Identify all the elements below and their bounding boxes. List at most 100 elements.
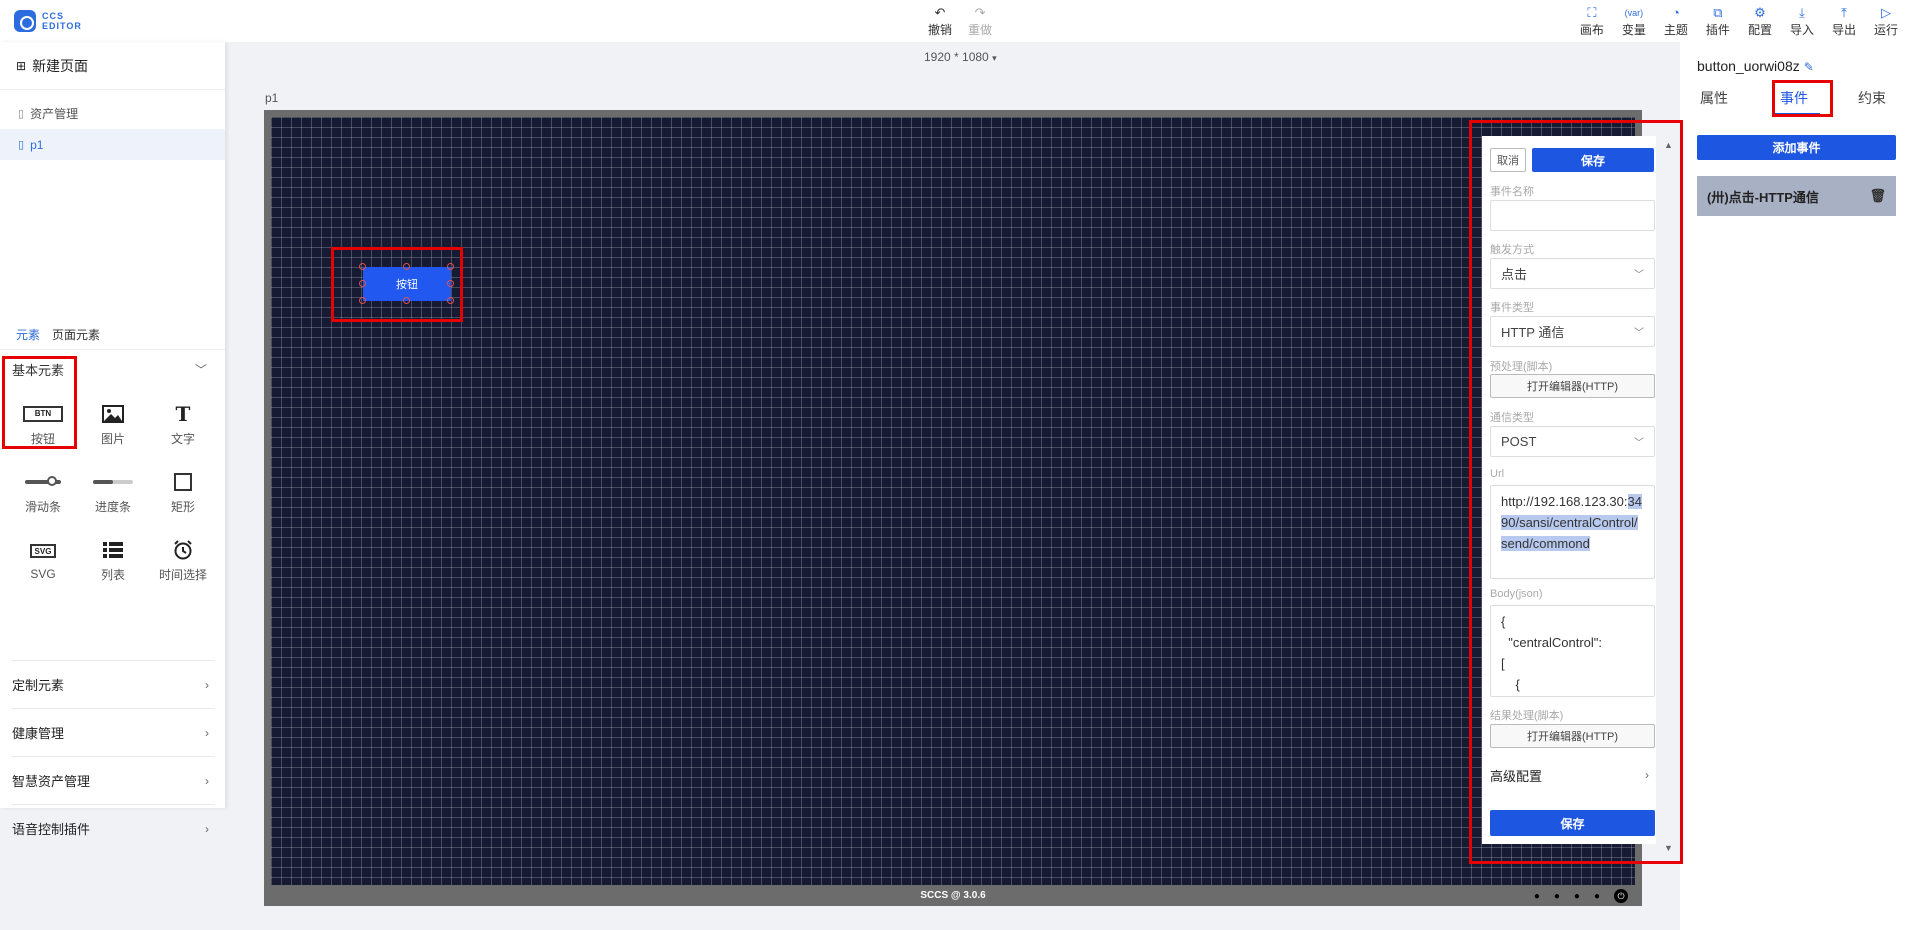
trigger-value: 点击: [1501, 267, 1528, 282]
resize-handle[interactable]: [403, 297, 410, 304]
category-list: 定制元素 › 健康管理 › 智慧资产管理 › 语音控制插件 ›: [12, 660, 215, 852]
cancel-button[interactable]: 取消: [1490, 148, 1526, 172]
active-tab-indicator: [1772, 113, 1820, 115]
page-item-asset-management[interactable]: ▯ 资产管理: [0, 98, 225, 129]
dot-icon[interactable]: ●: [1574, 891, 1580, 902]
category-voice-plugin[interactable]: 语音控制插件 ›: [12, 804, 215, 852]
rectangle-element-icon: [174, 472, 192, 491]
chevron-right-icon: ›: [205, 725, 209, 740]
page-item-label: 资产管理: [30, 107, 79, 121]
scroll-down-icon[interactable]: ▼: [1664, 843, 1673, 853]
element-time-picker[interactable]: 时间选择: [148, 533, 218, 587]
caret-down-icon: ▾: [992, 53, 997, 63]
event-item-label: (卅)点击-HTTP通信: [1707, 189, 1819, 205]
canvas-controls: ● ● ● ● ⏻: [1534, 889, 1628, 903]
text-element-icon: T: [175, 401, 191, 426]
resize-handle[interactable]: [447, 280, 454, 287]
event-name-input[interactable]: [1490, 200, 1655, 231]
variable-label: 变量: [1621, 23, 1646, 37]
resize-handle[interactable]: [359, 297, 366, 304]
save-button-bottom[interactable]: 保存: [1490, 810, 1655, 836]
image-element-icon: [102, 402, 124, 426]
trash-icon[interactable]: 🗑: [1869, 188, 1886, 204]
settings-button[interactable]: ⚙ 配置: [1748, 6, 1772, 38]
element-image[interactable]: 图片: [78, 397, 148, 451]
resolution-select[interactable]: 1920 * 1080 ▾: [924, 50, 997, 64]
dot-icon[interactable]: ●: [1534, 891, 1540, 902]
element-slider[interactable]: 滑动条: [8, 465, 78, 519]
save-button-top[interactable]: 保存: [1532, 148, 1654, 172]
resize-handle[interactable]: [403, 263, 410, 270]
component-name[interactable]: button_uorwi08z ✎: [1697, 58, 1814, 74]
comm-type-select[interactable]: POST ﹀: [1490, 426, 1655, 457]
element-svg[interactable]: SVG SVG: [8, 533, 78, 587]
open-result-editor-button[interactable]: 打开编辑器(HTTP): [1490, 724, 1655, 748]
redo-button[interactable]: ↷ 重做: [968, 6, 992, 38]
import-button[interactable]: ⤓ 导入: [1790, 6, 1814, 38]
power-icon[interactable]: ⏻: [1614, 889, 1628, 903]
category-smart-assets[interactable]: 智慧资产管理 ›: [12, 756, 215, 804]
canvas-button-element[interactable]: 按钮: [363, 267, 451, 301]
element-label: 时间选择: [158, 567, 207, 582]
page-item-label: p1: [30, 137, 44, 152]
top-bar: CCS EDITOR ↶ 撤销 ↷ 重做 ⛶ 画布 (var) 变量 ◔ 主题 ⧉ 插件…: [0, 0, 1912, 42]
category-custom-elements[interactable]: 定制元素 ›: [12, 660, 215, 708]
element-button[interactable]: BTN 按钮: [8, 397, 78, 451]
tab-constraints[interactable]: 约束: [1858, 88, 1886, 108]
event-type-label: 事件类型: [1490, 302, 1534, 314]
element-text[interactable]: T 文字: [148, 397, 218, 451]
dot-icon[interactable]: ●: [1594, 891, 1600, 902]
undo-icon: ↶: [934, 5, 946, 20]
theme-button[interactable]: ◔ 主题: [1664, 6, 1688, 38]
import-icon: ⤓: [1799, 5, 1805, 20]
tab-properties[interactable]: 属性: [1700, 88, 1728, 108]
element-label: 列表: [100, 567, 125, 582]
settings-label: 配置: [1747, 23, 1772, 37]
event-type-select[interactable]: HTTP 通信 ﹀: [1490, 316, 1655, 347]
tab-page-elements[interactable]: 页面元素: [52, 326, 100, 343]
logo-line-2: EDITOR: [42, 21, 82, 31]
variable-button[interactable]: (var) 变量: [1622, 6, 1646, 38]
canvas-button[interactable]: ⛶ 画布: [1580, 6, 1604, 38]
tab-events[interactable]: 事件: [1780, 88, 1808, 108]
design-canvas[interactable]: 按钮: [271, 117, 1635, 885]
logo-mark-icon: [14, 10, 36, 32]
logo-line-1: CCS: [42, 11, 65, 21]
run-button[interactable]: ▷ 运行: [1874, 6, 1898, 38]
element-tabs: 元素 页面元素: [0, 320, 225, 350]
resize-handle[interactable]: [359, 280, 366, 287]
export-icon: ⤒: [1841, 5, 1847, 20]
basic-elements-header[interactable]: 基本元素 ﹀: [0, 352, 225, 386]
category-label: 语音控制插件: [12, 822, 91, 837]
page-item-p1[interactable]: ▯ p1: [0, 129, 225, 160]
resize-handle[interactable]: [359, 263, 366, 270]
comm-type-label: 通信类型: [1490, 412, 1534, 424]
theme-icon: ◔: [1671, 5, 1680, 20]
export-button[interactable]: ⤒ 导出: [1832, 6, 1856, 38]
trigger-select[interactable]: 点击 ﹀: [1490, 258, 1655, 289]
url-textarea[interactable]: http://192.168.123.30:3490/sansi/central…: [1490, 485, 1655, 579]
body-json-textarea[interactable]: { "centralControl": [ {: [1490, 605, 1655, 697]
element-rectangle[interactable]: 矩形: [148, 465, 218, 519]
open-preprocess-editor-button[interactable]: 打开编辑器(HTTP): [1490, 374, 1655, 398]
undo-button[interactable]: ↶ 撤销: [928, 6, 952, 38]
advanced-config-row[interactable]: 高级配置 ›: [1490, 763, 1655, 787]
element-list[interactable]: 列表: [78, 533, 148, 587]
tab-elements[interactable]: 元素: [16, 326, 40, 343]
advanced-config-label: 高级配置: [1490, 768, 1543, 784]
dot-icon[interactable]: ●: [1554, 891, 1560, 902]
element-progress[interactable]: 进度条: [78, 465, 148, 519]
resize-handle[interactable]: [447, 297, 454, 304]
new-page-button[interactable]: ⊞ 新建页面: [0, 42, 225, 90]
add-event-button[interactable]: 添加事件: [1697, 135, 1896, 160]
plugin-button[interactable]: ⧉ 插件: [1706, 6, 1730, 38]
edit-icon[interactable]: ✎: [1804, 60, 1814, 74]
event-list-item[interactable]: (卅)点击-HTTP通信 🗑: [1697, 176, 1896, 216]
category-health[interactable]: 健康管理 ›: [12, 708, 215, 756]
run-label: 运行: [1873, 23, 1898, 37]
resize-handle[interactable]: [447, 263, 454, 270]
import-label: 导入: [1789, 23, 1814, 37]
svg-element-icon: SVG: [30, 544, 56, 558]
element-label: SVG: [30, 567, 56, 581]
scroll-up-icon[interactable]: ▲: [1664, 140, 1673, 150]
